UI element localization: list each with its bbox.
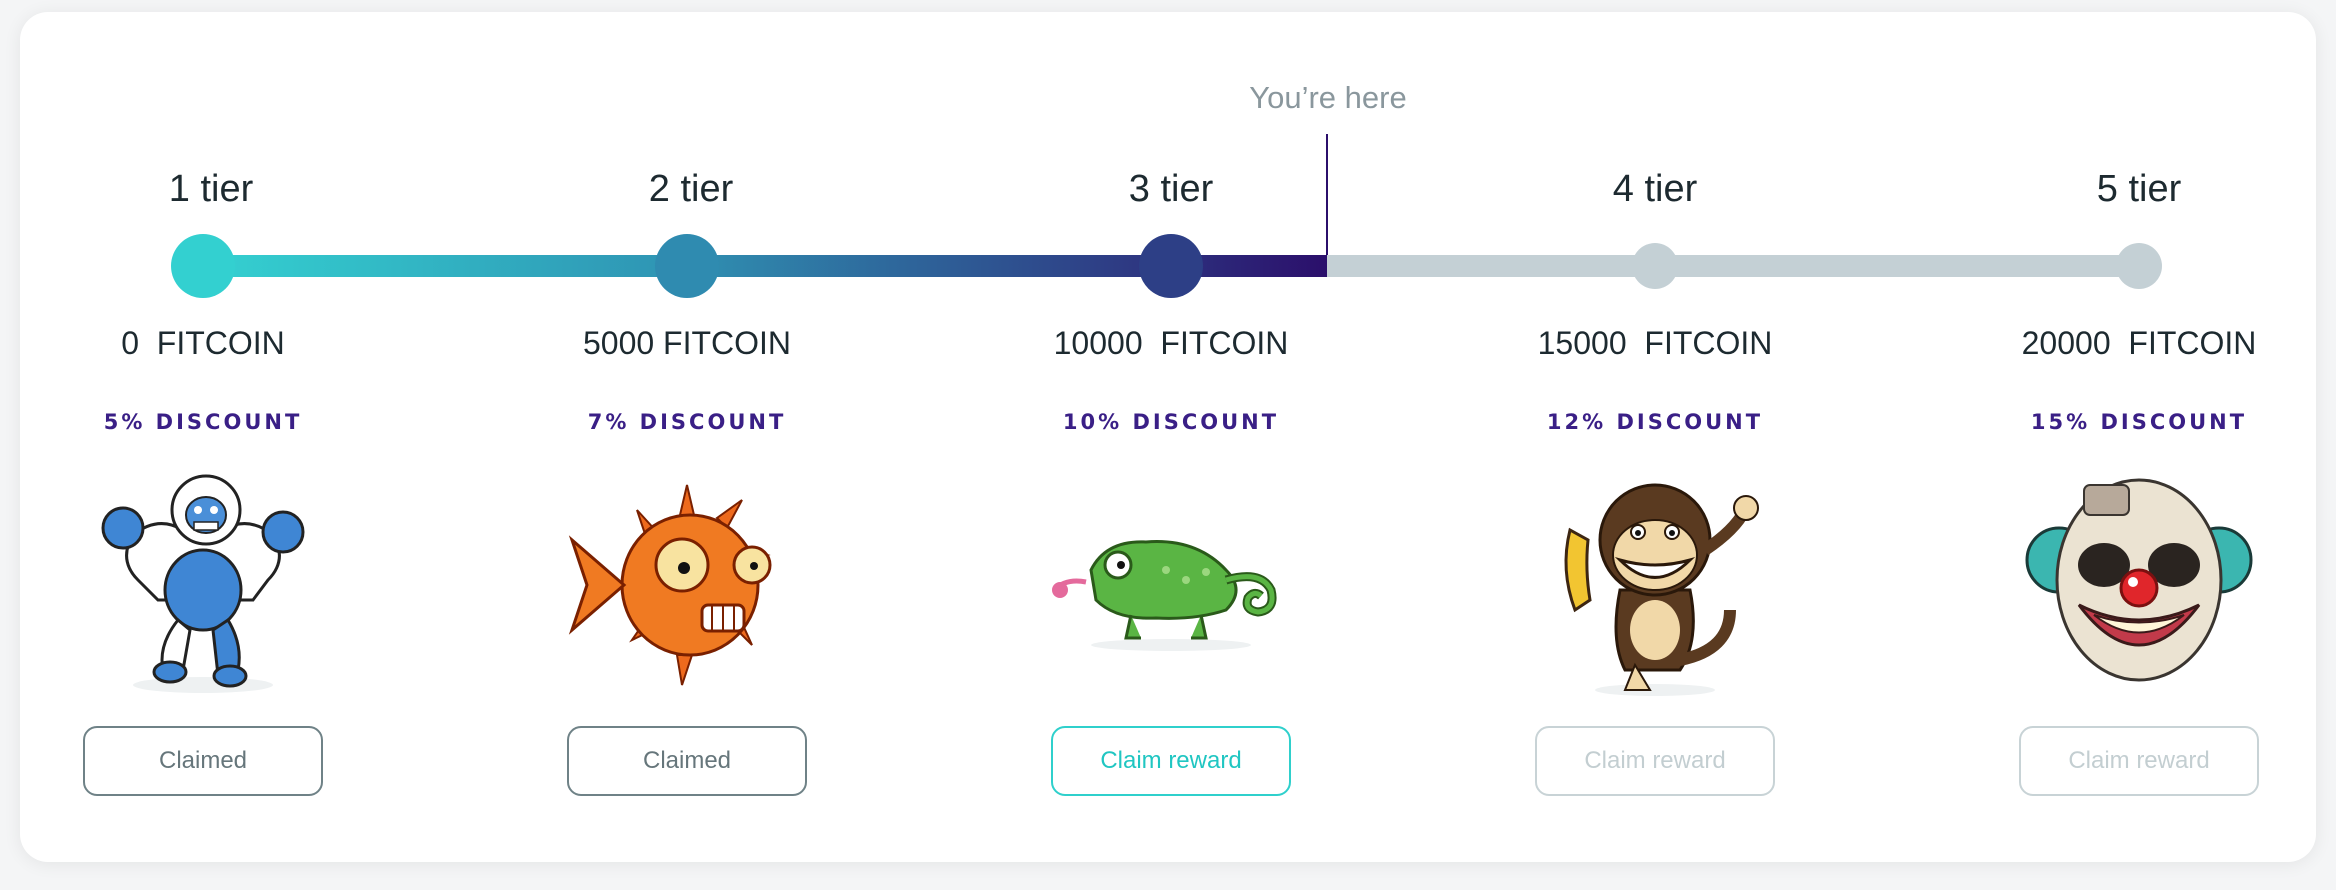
pufferfish-icon [568,484,772,686]
tier-5-claim-reward-button[interactable]: Claim reward [2019,726,2259,796]
tier-1-coins: 0 FITCOIN [121,325,285,361]
tier-5-coins: 20000 FITCOIN [2021,325,2257,361]
tier-2-claimed-button[interactable]: Claimed [567,726,807,796]
tier-2-coins: 5000 FITCOIN [582,325,792,361]
tier-3-discount: 10% DISCOUNT [1062,410,1280,434]
chameleon-icon [1052,540,1277,651]
tier-4-claim-reward-button[interactable]: Claim reward [1535,726,1775,796]
tier-4-discount: 12% DISCOUNT [1546,410,1764,434]
tier-3-title: 3 tier [1128,168,1214,210]
yeti-icon [101,474,305,693]
tier-4-node [1632,243,1678,289]
monkey-icon [1564,483,1759,696]
tier-4-title: 4 tier [1612,168,1698,210]
tier-3-claim-reward-button[interactable]: Claim reward [1051,726,1291,796]
clown-icon [2025,478,2253,682]
tier-5-title: 5 tier [2096,168,2182,210]
tier-5-discount: 15% DISCOUNT [2030,410,2248,434]
you-are-here-label: You’re here [1249,80,1407,115]
tier-1-title: 1 tier [168,168,254,210]
tier-1-claimed-button[interactable]: Claimed [83,726,323,796]
tier-5-node [2116,243,2162,289]
tier-2-discount: 7% DISCOUNT [587,410,787,434]
tier-3-coins: 10000 FITCOIN [1053,325,1289,361]
tier-2-node [655,234,719,298]
tier-1-node [171,234,235,298]
tier-2-title: 2 tier [648,168,734,210]
tier-3-node [1139,234,1203,298]
tier-4-coins: 15000 FITCOIN [1537,325,1773,361]
tier-1-discount: 5% DISCOUNT [103,410,303,434]
